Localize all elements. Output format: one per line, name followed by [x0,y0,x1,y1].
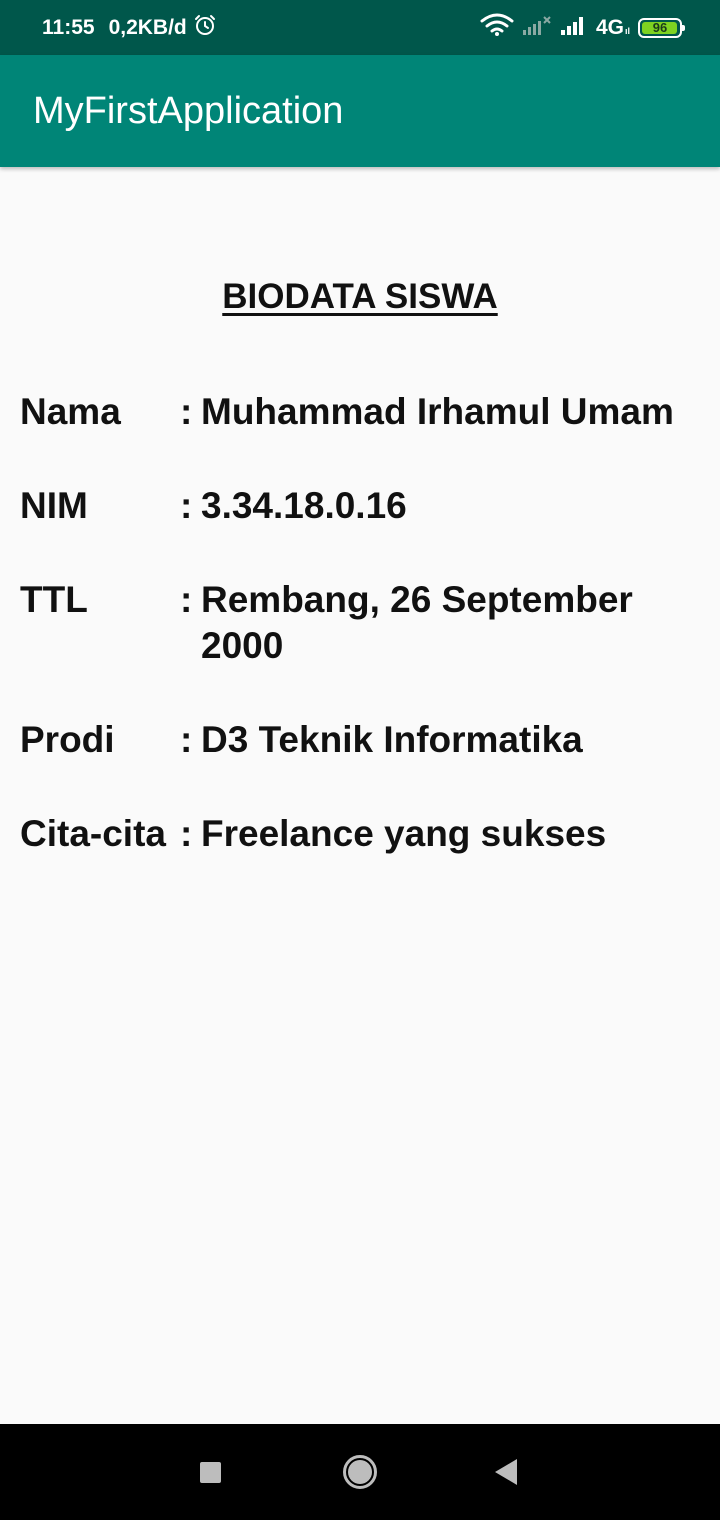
network-sub: ıl [624,25,630,36]
network-type: 4G ıl [596,16,630,40]
bio-label: Nama [20,391,121,432]
signal-bars-icon [560,14,588,41]
bio-label: Prodi [20,719,115,760]
bio-row-ttl: TTL : Rembang, 26 September 2000 [20,577,700,669]
page-title: BIODATA SISWA [222,277,498,316]
bio-value: D3 Teknik Informatika [201,719,583,760]
recent-apps-button[interactable] [170,1424,250,1520]
bio-row-nama: Nama : Muhammad Irhamul Umam [20,389,700,435]
bio-separator: : [180,391,193,432]
navigation-bar [0,1424,720,1520]
bio-row-cita-cita: Cita-cita : Freelance yang sukses [20,811,700,857]
app-bar: MyFirstApplication [0,55,720,167]
bio-row-nim: NIM : 3.34.18.0.16 [20,483,700,529]
app-title: MyFirstApplication [33,89,344,132]
bio-list: Nama : Muhammad Irhamul Umam NIM : 3.34.… [20,389,700,905]
bio-row-prodi: Prodi : D3 Teknik Informatika [20,717,700,763]
bio-value: 3.34.18.0.16 [201,485,407,526]
bio-separator: : [180,579,193,620]
bio-separator: : [180,813,193,854]
status-left: 11:55 0,2KB/d [42,0,217,55]
status-right: 4G ıl 96 [472,0,685,55]
no-signal-icon [522,14,552,41]
bio-value: Muhammad Irhamul Umam [201,391,674,432]
battery-level: 96 [652,20,668,35]
bio-label: Cita-cita [20,813,166,854]
network-speed: 0,2KB/d [108,15,187,39]
home-button[interactable] [320,1424,400,1520]
bio-separator: : [180,485,193,526]
status-bar: 11:55 0,2KB/d 4G ıl 96 [0,0,720,55]
bio-separator: : [180,719,193,760]
home-icon [343,1455,377,1489]
bio-value: Freelance yang sukses [201,813,607,854]
bio-label: TTL [20,579,88,620]
back-icon [495,1459,517,1485]
recent-apps-icon [199,1461,221,1483]
network-label: 4G [595,15,624,39]
bio-label: NIM [20,485,88,526]
bio-value: Rembang, 26 September 2000 [201,579,633,666]
alarm-clock-icon [193,13,217,43]
wifi-icon [480,13,514,42]
status-time: 11:55 [42,15,95,39]
battery-icon: 96 [638,17,685,38]
back-button[interactable] [466,1424,546,1520]
